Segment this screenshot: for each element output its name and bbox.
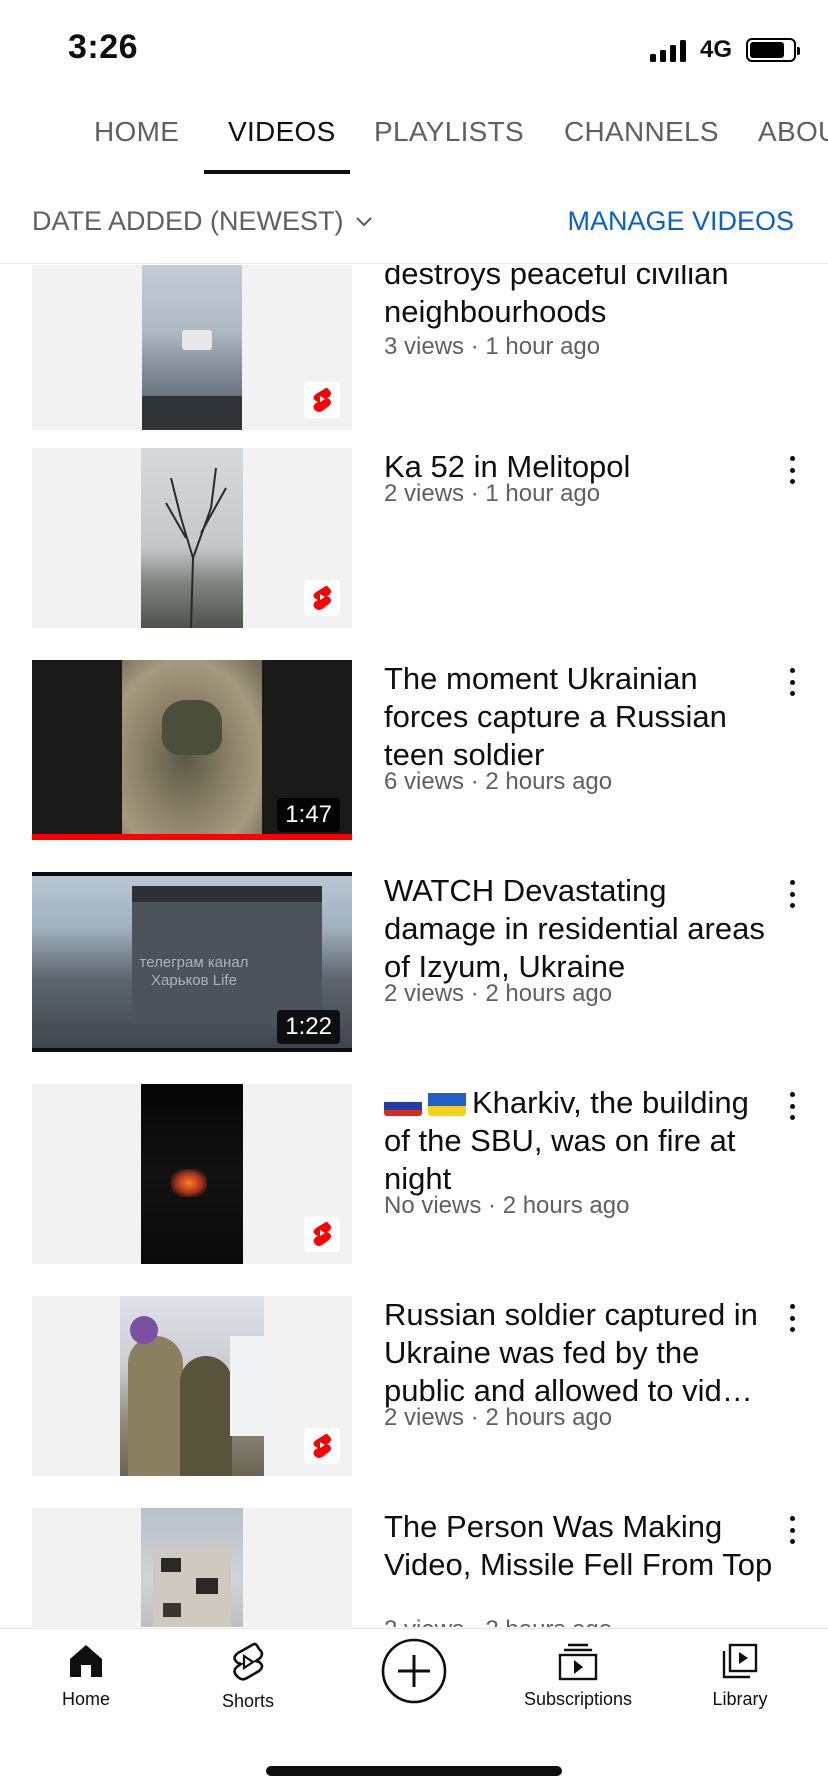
list-item[interactable]: The Person Was Making Video, Missile Fel… bbox=[0, 1508, 828, 1627]
nav-library[interactable]: Library bbox=[670, 1641, 810, 1710]
network-type: 4G bbox=[699, 36, 732, 63]
chevron-down-icon bbox=[355, 216, 372, 227]
list-item[interactable]: телеграм канал Харьков Life 1:22 WATCH D… bbox=[0, 872, 828, 1052]
watch-progress-bar bbox=[32, 834, 352, 840]
tab-playlists[interactable]: PLAYLISTS bbox=[374, 116, 524, 148]
video-meta: 3 views · 1 hour ago bbox=[384, 333, 601, 360]
tab-channels[interactable]: CHANNELS bbox=[564, 116, 719, 148]
video-meta: 2 views · 2 hours ago bbox=[384, 1404, 613, 1431]
subscriptions-icon bbox=[558, 1643, 598, 1681]
library-icon bbox=[722, 1643, 758, 1679]
nav-shorts[interactable]: Shorts bbox=[178, 1641, 318, 1712]
video-list: destroys peaceful civilian neighbourhood… bbox=[0, 265, 828, 1627]
video-thumbnail[interactable]: телеграм канал Харьков Life 1:22 bbox=[32, 872, 352, 1052]
video-meta: 2 views · 2 hours ago bbox=[384, 1616, 612, 1627]
shorts-badge-icon bbox=[304, 1428, 340, 1464]
shorts-badge-icon bbox=[304, 382, 340, 418]
home-indicator[interactable] bbox=[266, 1766, 562, 1776]
video-duration: 1:47 bbox=[277, 798, 340, 832]
video-title[interactable]: destroys peaceful civilian neighbourhood… bbox=[384, 265, 774, 331]
nav-create[interactable] bbox=[344, 1637, 484, 1705]
sort-dropdown[interactable]: DATE ADDED (NEWEST) bbox=[32, 206, 374, 237]
sort-row: DATE ADDED (NEWEST) MANAGE VIDEOS bbox=[0, 176, 828, 264]
video-title[interactable]: Kharkiv, the building of the SBU, was on… bbox=[384, 1084, 774, 1198]
video-thumbnail[interactable] bbox=[32, 1508, 352, 1627]
home-icon bbox=[70, 1645, 102, 1677]
nav-shorts-label: Shorts bbox=[221, 1691, 275, 1711]
video-thumbnail[interactable] bbox=[32, 1084, 352, 1264]
video-meta: No views · 2 hours ago bbox=[384, 1192, 630, 1219]
status-bar: 3:26 4G bbox=[0, 0, 828, 96]
nav-home-label: Home bbox=[61, 1689, 110, 1709]
video-thumbnail[interactable] bbox=[32, 448, 352, 628]
manage-videos-button[interactable]: MANAGE VIDEOS bbox=[567, 206, 794, 237]
channel-tabs: HOME VIDEOS PLAYLISTS CHANNELS ABOU bbox=[0, 96, 828, 176]
tab-about[interactable]: ABOU bbox=[758, 116, 828, 148]
video-title[interactable]: The moment Ukrainian forces capture a Ru… bbox=[384, 660, 774, 774]
nav-home[interactable]: Home bbox=[16, 1641, 156, 1710]
more-options-icon[interactable] bbox=[780, 666, 804, 698]
video-duration: 1:22 bbox=[277, 1010, 340, 1044]
more-options-icon[interactable] bbox=[780, 1514, 804, 1546]
signal-icon bbox=[649, 38, 686, 62]
shorts-icon bbox=[233, 1642, 264, 1681]
sort-label: DATE ADDED (NEWEST) bbox=[32, 206, 344, 236]
tab-videos[interactable]: VIDEOS bbox=[228, 116, 336, 148]
more-options-icon[interactable] bbox=[780, 1090, 804, 1122]
battery-icon bbox=[746, 38, 800, 62]
ukraine-flag-icon bbox=[428, 1090, 466, 1116]
video-thumbnail[interactable] bbox=[32, 1296, 352, 1476]
more-options-icon[interactable] bbox=[780, 878, 804, 910]
list-item[interactable]: 1:47 The moment Ukrainian forces capture… bbox=[0, 660, 828, 840]
more-options-icon[interactable] bbox=[780, 1302, 804, 1334]
video-meta: 2 views · 2 hours ago bbox=[384, 980, 613, 1007]
nav-subscriptions[interactable]: Subscriptions bbox=[508, 1641, 648, 1710]
list-item[interactable]: Ka 52 in Melitopol 2 views · 1 hour ago bbox=[0, 448, 828, 628]
active-tab-indicator bbox=[204, 170, 350, 174]
video-thumbnail[interactable] bbox=[32, 265, 352, 430]
watermark-text: телеграм канал Харьков Life bbox=[139, 954, 249, 989]
status-time: 3:26 bbox=[68, 28, 139, 66]
video-thumbnail[interactable]: 1:47 bbox=[32, 660, 352, 840]
shorts-badge-icon bbox=[304, 1216, 340, 1252]
list-item[interactable]: destroys peaceful civilian neighbourhood… bbox=[0, 265, 828, 430]
more-options-icon[interactable] bbox=[780, 454, 804, 486]
shorts-badge-icon bbox=[304, 580, 340, 616]
video-title[interactable]: WATCH Devastating damage in residential … bbox=[384, 872, 774, 986]
video-title[interactable]: Russian soldier captured in Ukraine was … bbox=[384, 1296, 774, 1410]
create-plus-icon bbox=[381, 1638, 447, 1704]
video-meta: 6 views · 2 hours ago bbox=[384, 768, 613, 795]
list-item[interactable]: Kharkiv, the building of the SBU, was on… bbox=[0, 1084, 828, 1264]
video-meta: 2 views · 1 hour ago bbox=[384, 480, 601, 507]
list-item[interactable]: Russian soldier captured in Ukraine was … bbox=[0, 1296, 828, 1476]
tab-home[interactable]: HOME bbox=[94, 116, 179, 148]
nav-subscriptions-label: Subscriptions bbox=[523, 1689, 633, 1709]
video-title[interactable]: The Person Was Making Video, Missile Fel… bbox=[384, 1508, 774, 1584]
nav-library-label: Library bbox=[712, 1689, 768, 1709]
status-indicators: 4G bbox=[649, 36, 800, 64]
russia-flag-icon bbox=[384, 1090, 422, 1116]
